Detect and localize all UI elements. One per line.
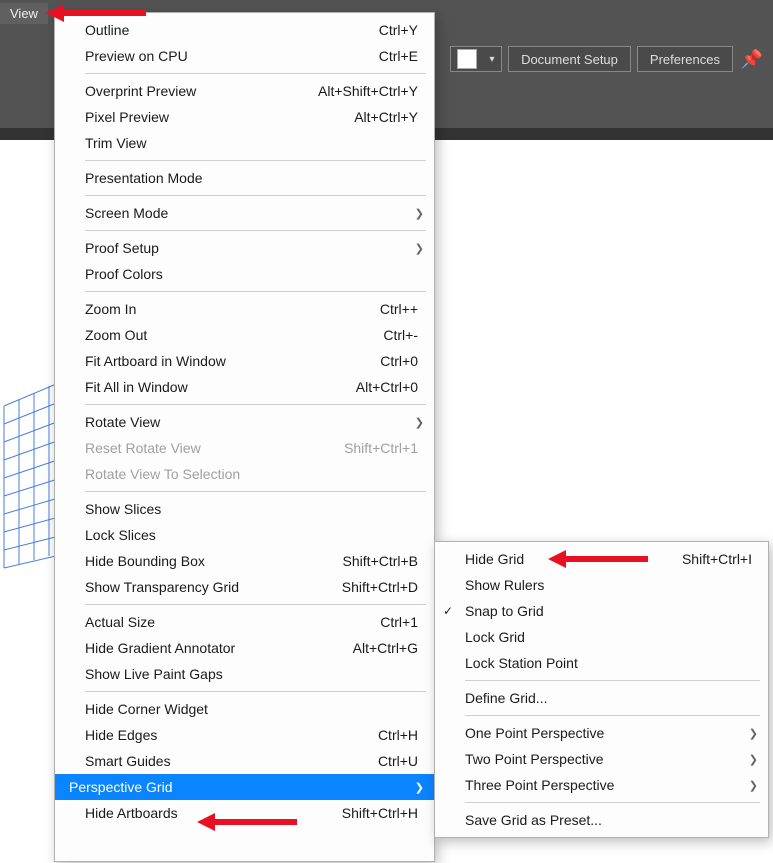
- menu-screen-mode[interactable]: Screen Mode❯: [55, 200, 434, 226]
- menu-lock-slices[interactable]: Lock Slices: [55, 522, 434, 548]
- separator: [465, 680, 760, 681]
- chevron-right-icon: ❯: [749, 753, 758, 766]
- chevron-right-icon: ❯: [415, 416, 424, 429]
- menu-preview-cpu[interactable]: Preview on CPUCtrl+E: [55, 43, 434, 69]
- separator: [85, 491, 426, 492]
- menu-hide-edges[interactable]: Hide EdgesCtrl+H: [55, 722, 434, 748]
- menu-hide-corner-widget[interactable]: Hide Corner Widget: [55, 696, 434, 722]
- menu-fit-artboard[interactable]: Fit Artboard in WindowCtrl+0: [55, 348, 434, 374]
- menu-show-slices[interactable]: Show Slices: [55, 496, 434, 522]
- menu-overprint-preview[interactable]: Overprint PreviewAlt+Shift+Ctrl+Y: [55, 78, 434, 104]
- view-menu-dropdown: OutlineCtrl+Y Preview on CPUCtrl+E Overp…: [54, 12, 435, 862]
- chevron-down-icon: ▾: [483, 54, 501, 65]
- menu-outline[interactable]: OutlineCtrl+Y: [55, 17, 434, 43]
- chevron-right-icon: ❯: [749, 727, 758, 740]
- menu-presentation-mode[interactable]: Presentation Mode: [55, 165, 434, 191]
- chevron-right-icon: ❯: [415, 242, 424, 255]
- menu-smart-guides[interactable]: Smart GuidesCtrl+U: [55, 748, 434, 774]
- menu-zoom-in[interactable]: Zoom InCtrl++: [55, 296, 434, 322]
- submenu-define-grid[interactable]: Define Grid...: [435, 685, 768, 711]
- submenu-hide-grid[interactable]: Hide GridShift+Ctrl+I: [435, 546, 768, 572]
- submenu-two-point[interactable]: Two Point Perspective❯: [435, 746, 768, 772]
- chevron-right-icon: ❯: [749, 779, 758, 792]
- preferences-button[interactable]: Preferences: [637, 46, 733, 72]
- swatch-dropdown[interactable]: ▾: [450, 46, 502, 72]
- menu-pixel-preview[interactable]: Pixel PreviewAlt+Ctrl+Y: [55, 104, 434, 130]
- submenu-lock-station-point[interactable]: Lock Station Point: [435, 650, 768, 676]
- separator: [85, 73, 426, 74]
- menu-zoom-out[interactable]: Zoom OutCtrl+-: [55, 322, 434, 348]
- menu-rotate-view[interactable]: Rotate View❯: [55, 409, 434, 435]
- submenu-save-grid-preset[interactable]: Save Grid as Preset...: [435, 807, 768, 833]
- submenu-snap-to-grid[interactable]: ✓Snap to Grid: [435, 598, 768, 624]
- separator: [85, 195, 426, 196]
- menu-proof-colors[interactable]: Proof Colors: [55, 261, 434, 287]
- menu-show-live-paint-gaps[interactable]: Show Live Paint Gaps: [55, 661, 434, 687]
- menu-perspective-grid[interactable]: Perspective Grid❯: [55, 774, 434, 800]
- separator: [85, 291, 426, 292]
- menu-show-transparency-grid[interactable]: Show Transparency GridShift+Ctrl+D: [55, 574, 434, 600]
- menu-reset-rotate: Reset Rotate ViewShift+Ctrl+1: [55, 435, 434, 461]
- submenu-show-rulers[interactable]: Show Rulers: [435, 572, 768, 598]
- menubar-view[interactable]: View: [0, 3, 48, 24]
- menu-hide-bounding-box[interactable]: Hide Bounding BoxShift+Ctrl+B: [55, 548, 434, 574]
- menu-actual-size[interactable]: Actual SizeCtrl+1: [55, 609, 434, 635]
- separator: [85, 691, 426, 692]
- chevron-right-icon: ❯: [415, 207, 424, 220]
- submenu-one-point[interactable]: One Point Perspective❯: [435, 720, 768, 746]
- separator: [465, 802, 760, 803]
- pin-icon[interactable]: 📌: [739, 46, 765, 72]
- separator: [85, 230, 426, 231]
- document-setup-button[interactable]: Document Setup: [508, 46, 631, 72]
- separator: [465, 715, 760, 716]
- separator: [85, 604, 426, 605]
- submenu-three-point[interactable]: Three Point Perspective❯: [435, 772, 768, 798]
- menu-trim-view[interactable]: Trim View: [55, 130, 434, 156]
- perspective-grid-submenu: Hide GridShift+Ctrl+I Show Rulers ✓Snap …: [434, 541, 769, 838]
- separator: [85, 160, 426, 161]
- submenu-lock-grid[interactable]: Lock Grid: [435, 624, 768, 650]
- chevron-right-icon: ❯: [415, 781, 424, 794]
- menu-fit-all[interactable]: Fit All in WindowAlt+Ctrl+0: [55, 374, 434, 400]
- menu-proof-setup[interactable]: Proof Setup❯: [55, 235, 434, 261]
- toolbar-row: ▾ Document Setup Preferences 📌: [450, 46, 765, 72]
- menu-hide-artboards[interactable]: Hide ArtboardsShift+Ctrl+H: [55, 800, 434, 826]
- swatch-color: [457, 49, 477, 69]
- separator: [85, 404, 426, 405]
- menu-rotate-to-selection: Rotate View To Selection: [55, 461, 434, 487]
- check-icon: ✓: [443, 604, 453, 618]
- menu-hide-gradient-annotator[interactable]: Hide Gradient AnnotatorAlt+Ctrl+G: [55, 635, 434, 661]
